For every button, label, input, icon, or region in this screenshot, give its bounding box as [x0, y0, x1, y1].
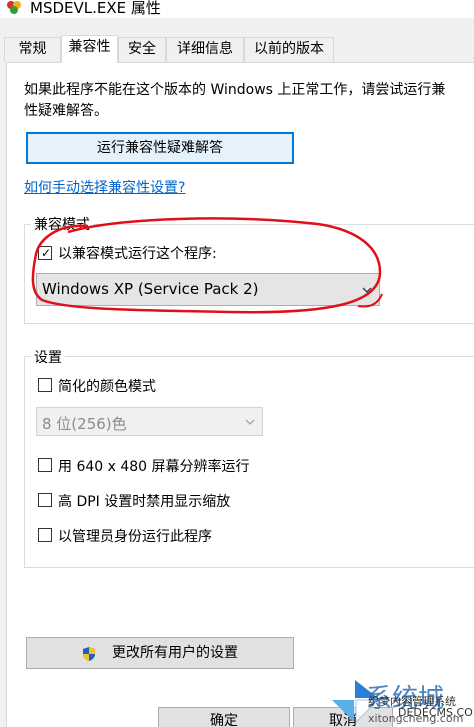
tab-compatibility[interactable]: 兼容性: [61, 35, 118, 63]
compat-mode-checkbox-label: 以兼容模式运行这个程序:: [58, 246, 217, 262]
high-dpi-checkbox[interactable]: [38, 493, 52, 507]
compat-mode-select-value: Windows XP (Service Pack 2): [42, 280, 259, 298]
checkmark-icon: ✓: [41, 246, 52, 260]
run-troubleshooter-button[interactable]: 运行兼容性疑难解答: [26, 132, 294, 164]
reduced-color-checkbox[interactable]: [38, 378, 52, 392]
tab-general[interactable]: 常规: [4, 37, 61, 62]
chevron-down-icon: [362, 287, 372, 293]
app-icon: [7, 1, 21, 14]
manual-settings-link[interactable]: 如何手动选择兼容性设置?: [24, 177, 185, 197]
color-depth-select-value: 8 位(256)色: [42, 415, 127, 433]
run-as-admin-label: 以管理员身份运行此程序: [58, 529, 212, 545]
change-all-users-label: 更改所有用户的设置: [112, 645, 238, 661]
run-as-admin-checkbox[interactable]: [38, 528, 52, 542]
chevron-down-icon: [245, 419, 255, 425]
intro-line-1: 如果此程序不能在这个版本的 Windows 上正常工作，请尝试运行兼: [24, 82, 446, 98]
change-all-users-button[interactable]: 更改所有用户的设置: [26, 637, 294, 669]
tab-previous-versions[interactable]: 以前的版本: [244, 37, 334, 62]
high-dpi-label: 高 DPI 设置时禁用显示缩放: [58, 494, 231, 510]
color-depth-select: 8 位(256)色: [36, 407, 263, 436]
compat-mode-select[interactable]: Windows XP (Service Pack 2): [36, 273, 380, 306]
res-640-label: 用 640 x 480 屏幕分辨率运行: [58, 459, 250, 475]
compat-mode-group-label: 兼容模式: [31, 214, 93, 234]
window-title: MSDEVL.EXE 属性: [30, 0, 161, 17]
tab-security[interactable]: 安全: [118, 37, 166, 62]
intro-line-2: 性疑难解答。: [24, 103, 108, 119]
tab-details[interactable]: 详细信息: [166, 37, 244, 62]
uac-shield-icon: [83, 647, 95, 661]
intro-text: 如果此程序不能在这个版本的 Windows 上正常工作，请尝试运行兼 性疑难解答…: [24, 80, 474, 122]
res-640-checkbox[interactable]: [38, 458, 52, 472]
ok-button[interactable]: 确定: [158, 707, 290, 727]
watermark-url: xitongcheng.com: [368, 712, 464, 725]
compat-mode-checkbox[interactable]: ✓: [38, 246, 52, 260]
reduced-color-label: 简化的颜色模式: [58, 379, 156, 395]
settings-group-label: 设置: [31, 347, 65, 367]
